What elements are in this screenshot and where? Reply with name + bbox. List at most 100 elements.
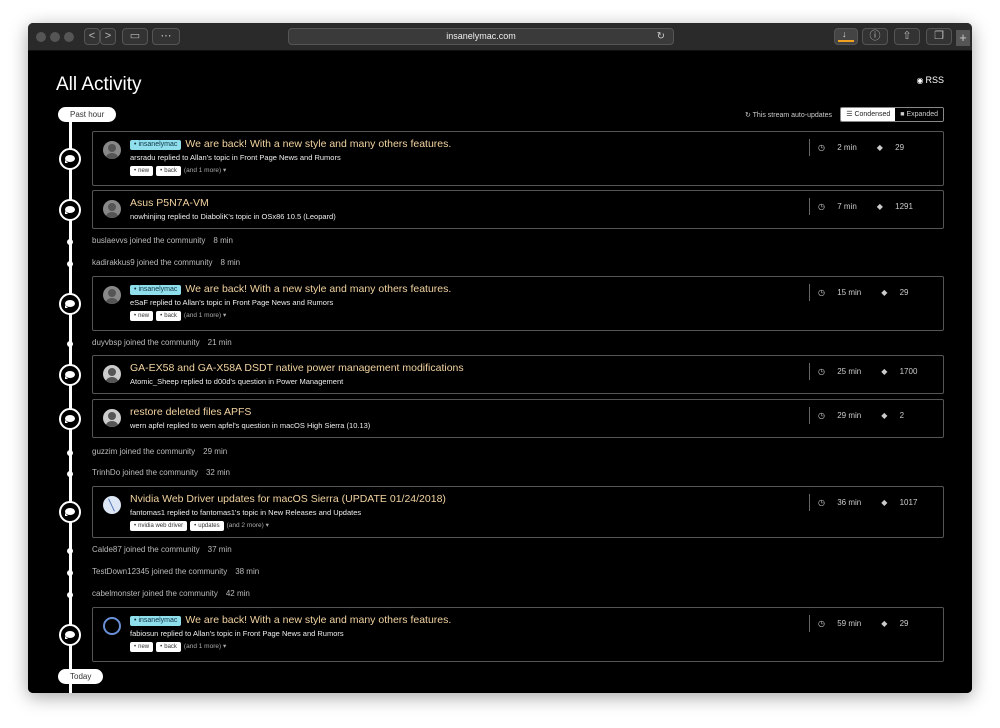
topic-title[interactable]: Asus P5N7A-VM [130, 197, 209, 209]
topic-title-link[interactable]: GA-EX58 and GA-X58A DSDT native power ma… [130, 362, 464, 374]
rss-icon: ◉ [916, 76, 924, 85]
prefix-badge[interactable]: insanelymac [130, 140, 182, 150]
tag[interactable]: new [130, 166, 154, 176]
topic-title-link[interactable]: restore deleted files APFS [130, 406, 251, 418]
activity-description: fabiosun replied to Allan's topic in Fro… [130, 629, 344, 638]
join-text: Calde87 joined the community [92, 545, 200, 554]
join-activity: guzzim joined the community 29 min [92, 447, 227, 456]
sidebar-toggle-button[interactable]: ▭ [122, 28, 148, 45]
join-time: 8 min [213, 236, 233, 245]
avatar[interactable] [103, 365, 121, 383]
condensed-view-button[interactable]: ☰ Condensed [841, 108, 896, 121]
tag-list: nvidia web driverupdates(and 2 more) ▾ [130, 521, 269, 531]
topic-title-link[interactable]: Nvidia Web Driver updates for macOS Sier… [130, 493, 446, 505]
topic-title[interactable]: GA-EX58 and GA-X58A DSDT native power ma… [130, 362, 464, 374]
share-button[interactable]: ⇧ [894, 28, 920, 45]
top-sites-button[interactable]: ⋯ [152, 28, 180, 45]
avatar[interactable] [103, 286, 121, 304]
grid-icon: ⋯ [160, 30, 172, 42]
topic-title-link[interactable]: insanelymacWe are back! With a new style… [130, 138, 451, 150]
join-text: kadirakkus9 joined the community [92, 258, 213, 267]
join-time: 42 min [225, 589, 250, 598]
avatar-head [108, 412, 116, 420]
clock-icon: ◷ [818, 202, 828, 211]
download-icon: ↓ [842, 29, 847, 39]
tag[interactable]: back [156, 166, 181, 176]
tag[interactable]: nvidia web driver [130, 521, 188, 531]
more-tags-link[interactable]: (and 1 more) ▾ [184, 167, 226, 174]
topic-title[interactable]: restore deleted files APFS [130, 406, 251, 418]
join-text: duyvbsp joined the community [92, 338, 200, 347]
refresh-icon: ↻ [744, 112, 753, 119]
time-text: 29 min [837, 411, 862, 420]
join-activity: kadirakkus9 joined the community 8 min [92, 258, 240, 267]
avatar-body [105, 298, 119, 304]
comment-bubble-icon [59, 198, 81, 221]
view-mode-toggle: ☰ Condensed ■ Expanded [840, 107, 944, 122]
replies-text: 29 [895, 143, 905, 152]
tag-list: newback(and 1 more) ▾ [130, 311, 226, 321]
avatar[interactable] [103, 141, 121, 159]
comment-icon: ◆ [876, 202, 886, 211]
avatar[interactable] [103, 200, 121, 218]
tag[interactable]: new [130, 311, 154, 321]
zoom-window-button[interactable] [64, 32, 74, 42]
prefix-badge[interactable]: insanelymac [130, 616, 182, 626]
tag[interactable]: updates [190, 521, 224, 531]
reload-icon[interactable]: ↻ [657, 29, 665, 44]
comment-bubble-icon [59, 623, 81, 646]
activity-stats: ◷ 25 min ◆ 1700 [809, 363, 937, 380]
forward-button[interactable]: > [100, 28, 116, 45]
comment-bubble-icon [59, 501, 81, 523]
close-window-button[interactable] [36, 32, 46, 42]
address-bar[interactable]: insanelymac.com ↻ [288, 28, 674, 45]
tag[interactable]: back [156, 642, 181, 652]
topic-title-link[interactable]: insanelymacWe are back! With a new style… [130, 614, 451, 626]
prefix-badge[interactable]: insanelymac [130, 285, 182, 295]
timeline-dot [67, 570, 73, 576]
more-tags-link[interactable]: (and 2 more) ▾ [227, 522, 269, 529]
reply-count: ◆ 1700 [881, 367, 927, 376]
activity-card: insanelymacWe are back! With a new style… [92, 276, 944, 331]
activity-description: wern apfel replied to wern apfel's quest… [130, 421, 371, 430]
downloads-button[interactable]: ↓ [834, 28, 858, 45]
download-progress-bar [838, 40, 854, 42]
info-button[interactable]: ⓘ [862, 28, 888, 45]
topic-title[interactable]: We are back! With a new style and many o… [185, 283, 451, 295]
replies-text: 1017 [899, 498, 918, 507]
avatar[interactable] [103, 617, 121, 635]
activity-card: GA-EX58 and GA-X58A DSDT native power ma… [92, 355, 944, 394]
more-tags-link[interactable]: (and 1 more) ▾ [184, 312, 226, 319]
avatar[interactable] [103, 409, 121, 427]
back-button[interactable]: < [84, 28, 100, 45]
topic-title-link[interactable]: insanelymacWe are back! With a new style… [130, 283, 451, 295]
comment-bubble-icon [59, 407, 81, 430]
expanded-view-button[interactable]: ■ Expanded [895, 108, 943, 121]
auto-updates-text: This stream auto-updates [752, 112, 832, 119]
join-text: TestDown12345 joined the community [92, 567, 228, 576]
more-tags-link[interactable]: (and 1 more) ▾ [184, 643, 226, 650]
new-tab-button[interactable]: + [956, 30, 970, 46]
avatar-head [108, 203, 116, 211]
replies-text: 1291 [895, 202, 913, 211]
tabs-overview-button[interactable]: ❐ [926, 28, 952, 45]
tag[interactable]: back [156, 311, 181, 321]
minimize-window-button[interactable] [50, 32, 60, 42]
condensed-label: Condensed [854, 111, 891, 118]
timeline-dot [67, 592, 73, 598]
avatar[interactable] [103, 496, 121, 514]
tag[interactable]: new [130, 642, 154, 652]
topic-title[interactable]: We are back! With a new style and many o… [185, 138, 451, 150]
activity-stats: ◷ 15 min ◆ 29 [809, 284, 929, 301]
topic-title-link[interactable]: Asus P5N7A-VM [130, 197, 209, 209]
rss-link[interactable]: ◉ RSS [917, 75, 945, 85]
reply-count: ◆ 1017 [881, 498, 927, 507]
bubble-tail [65, 513, 68, 516]
activity-stats: ◷ 7 min ◆ 1291 [809, 198, 933, 215]
comment-icon: ◆ [881, 288, 890, 297]
reply-count: ◆ 29 [881, 288, 918, 297]
activity-time: ◷ 25 min [818, 367, 871, 376]
topic-title[interactable]: We are back! With a new style and many o… [185, 614, 451, 626]
topic-title[interactable]: Nvidia Web Driver updates for macOS Sier… [130, 493, 446, 505]
share-icon: ⇧ [902, 30, 912, 42]
